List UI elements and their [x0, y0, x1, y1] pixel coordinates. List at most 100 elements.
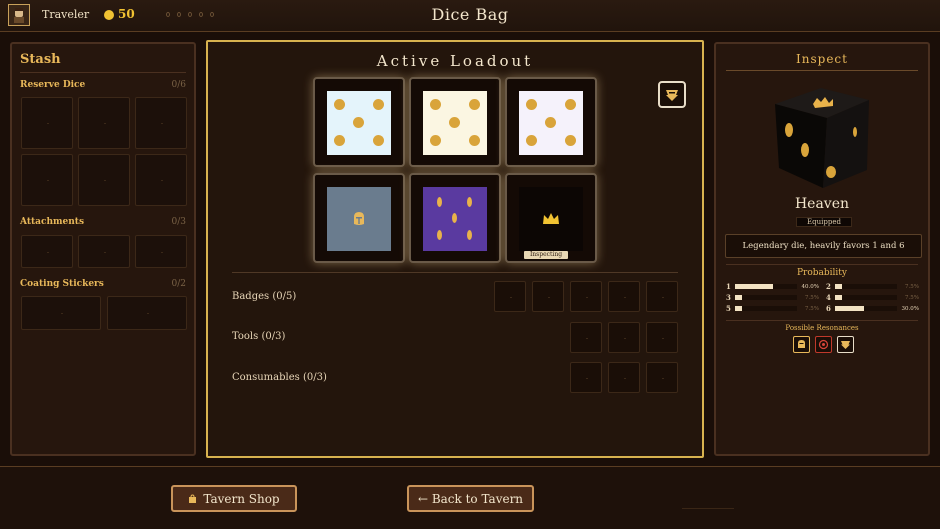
die-face: [519, 187, 583, 251]
consumable-slot[interactable]: [570, 362, 602, 393]
badge-slot[interactable]: [570, 281, 602, 312]
reserve-slot[interactable]: [78, 97, 130, 149]
helmet-icon: [798, 340, 805, 348]
probability-row: 3 7.5%: [726, 293, 820, 302]
die-face: [327, 91, 391, 155]
probability-face: 6: [826, 304, 831, 313]
inspecting-badge: Inspecting: [524, 251, 568, 259]
back-to-tavern-button[interactable]: ← Back to Tavern: [407, 485, 534, 512]
probability-row: 6 30.0%: [826, 304, 920, 313]
probability-title: Probability: [796, 268, 847, 278]
bottom-bar: Tavern Shop ← Back to Tavern: [0, 466, 940, 529]
active-loadout-panel: Active Loadout Inspecting Badges (0/5) T…: [206, 40, 704, 458]
back-to-tavern-label: ← Back to Tavern: [417, 491, 524, 506]
tools-label: Tools (0/3): [232, 331, 286, 342]
consumables-label: Consumables (0/3): [232, 372, 327, 383]
bag-icon: [189, 493, 197, 503]
attachment-slot[interactable]: [21, 235, 73, 268]
resonance-heart[interactable]: [815, 336, 832, 353]
probability-track: [735, 306, 797, 311]
top-bar: Traveler 50 Dice Bag: [0, 0, 940, 32]
reserve-slot[interactable]: [135, 154, 187, 206]
reserve-slot[interactable]: [21, 154, 73, 206]
droplet-icon: [452, 213, 457, 223]
badge-slot[interactable]: [494, 281, 526, 312]
loadout-die-slot[interactable]: [313, 173, 405, 263]
badge-slot[interactable]: [646, 281, 678, 312]
resonance-helmet[interactable]: [793, 336, 810, 353]
die-name: Heaven: [794, 196, 850, 212]
die-face: [519, 91, 583, 155]
probability-row: 2 7.5%: [826, 282, 920, 291]
tool-slot[interactable]: [608, 322, 640, 353]
probability-track: [835, 295, 897, 300]
die-description: Legendary die, heavily favors 1 and 6: [725, 234, 922, 258]
resonances-title: Possible Resonances: [785, 324, 859, 332]
probability-face: 5: [726, 304, 731, 313]
crown-icon: [543, 213, 559, 224]
stash-panel: Stash Reserve Dice 0/6 Attachments 0/3 Coa…: [10, 42, 196, 456]
tavern-shop-label: Tavern Shop: [203, 491, 280, 506]
coating-stickers-header: Coating Stickers 0/2: [20, 279, 186, 289]
loadout-die-slot[interactable]: [313, 77, 405, 167]
loadout-die-slot-inspecting[interactable]: Inspecting: [505, 173, 597, 263]
probability-percent: 7.5%: [805, 294, 819, 301]
heart-icon: [818, 339, 829, 350]
die-face: [423, 187, 487, 251]
tool-slot[interactable]: [646, 322, 678, 353]
loadout-die-slot[interactable]: [505, 77, 597, 167]
probability-face: 2: [826, 282, 831, 291]
probability-percent: 7.5%: [905, 283, 919, 290]
reserve-dice-header: Reserve Dice 0/6: [20, 80, 186, 90]
probability-row: 4 7.5%: [826, 293, 920, 302]
probability-face: 4: [826, 293, 831, 302]
badges-label: Badges (0/5): [232, 291, 297, 302]
probability-fill: [735, 284, 774, 289]
probability-track: [835, 306, 897, 311]
loadout-title: Active Loadout: [376, 52, 534, 70]
equipped-badge: Equipped: [796, 217, 852, 227]
droplet-icon: [467, 230, 472, 240]
knight-helmet-icon: [354, 212, 364, 225]
inspect-title: Inspect: [796, 52, 848, 66]
probability-face: 3: [726, 293, 731, 302]
droplet-icon: [467, 197, 472, 207]
loadout-die-slot[interactable]: [409, 77, 501, 167]
emblem-icon: [666, 89, 678, 101]
attachment-slot[interactable]: [78, 235, 130, 268]
probability-fill: [835, 306, 864, 311]
attachments-header: Attachments 0/3: [20, 217, 186, 227]
probability-percent: 40.0%: [801, 283, 819, 290]
probability-percent: 30.0%: [901, 305, 919, 312]
probability-fill: [835, 284, 843, 289]
probability-row: 5 7.5%: [726, 304, 820, 313]
attachment-slot[interactable]: [135, 235, 187, 268]
reserve-slot[interactable]: [21, 97, 73, 149]
reserve-slot[interactable]: [78, 154, 130, 206]
droplet-icon: [437, 197, 442, 207]
stash-title: Stash: [20, 52, 61, 67]
badge-slot[interactable]: [532, 281, 564, 312]
coating-slot[interactable]: [21, 296, 101, 330]
probability-track: [835, 284, 897, 289]
die-face: [327, 187, 391, 251]
inspect-panel: Inspect Heaven Equipped Legendary die, h…: [714, 42, 930, 456]
die-3d-preview: [775, 88, 869, 188]
die-face: [423, 91, 487, 155]
probability-percent: 7.5%: [805, 305, 819, 312]
page-title: Dice Bag: [431, 5, 509, 24]
tool-slot[interactable]: [570, 322, 602, 353]
tavern-shop-button[interactable]: Tavern Shop: [171, 485, 297, 512]
probability-row: 1 40.0%: [726, 282, 820, 291]
consumable-slot[interactable]: [646, 362, 678, 393]
loadout-die-slot[interactable]: [409, 173, 501, 263]
probability-fill: [835, 295, 843, 300]
coating-slot[interactable]: [107, 296, 187, 330]
badge-slot[interactable]: [608, 281, 640, 312]
reserve-slot[interactable]: [135, 97, 187, 149]
probability-track: [735, 284, 797, 289]
consumable-slot[interactable]: [608, 362, 640, 393]
probability-fill: [735, 306, 743, 311]
resonance-emblem[interactable]: [837, 336, 854, 353]
resonance-toggle-button[interactable]: [658, 81, 686, 108]
